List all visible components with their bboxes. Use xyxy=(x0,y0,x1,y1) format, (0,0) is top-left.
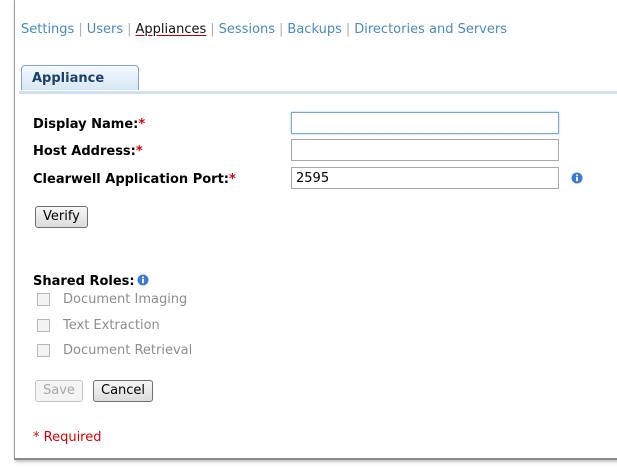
nav-sessions[interactable]: Sessions xyxy=(219,22,275,37)
tab-appliance[interactable]: Appliance xyxy=(21,65,139,90)
document-retrieval-checkbox[interactable] xyxy=(37,344,50,357)
required-mark: * xyxy=(138,117,146,132)
nav-separator: | xyxy=(345,22,351,37)
info-icon[interactable] xyxy=(571,172,583,184)
required-mark: * xyxy=(135,144,143,159)
appliance-settings-window: Settings | Users | Appliances | Sessions | Backu… xyxy=(14,0,617,460)
save-button[interactable]: Save xyxy=(35,380,83,402)
document-retrieval-label: Document Retrieval xyxy=(63,343,193,358)
shared-roles-label: Shared Roles: xyxy=(33,274,135,289)
nav-separator: | xyxy=(127,22,132,37)
text-extraction-checkbox[interactable] xyxy=(37,319,50,332)
document-imaging-checkbox[interactable] xyxy=(37,293,50,306)
tab-strip: Appliance xyxy=(19,65,617,92)
required-mark: * xyxy=(229,172,236,187)
verify-button[interactable]: Verify xyxy=(35,206,88,228)
nav-appliances[interactable]: Appliances xyxy=(136,22,207,37)
nav-separator: | xyxy=(279,22,284,37)
info-icon[interactable] xyxy=(137,274,149,286)
nav-separator: | xyxy=(78,22,83,37)
cancel-button[interactable]: Cancel xyxy=(93,380,154,402)
nav-directories-and-servers[interactable]: Directories and Servers xyxy=(354,22,507,37)
display-name-label: Display Name:* xyxy=(33,117,146,132)
nav-settings[interactable]: Settings xyxy=(21,22,74,37)
nav-backups[interactable]: Backups xyxy=(287,22,341,37)
tab-panel-border xyxy=(19,91,617,94)
host-address-field[interactable] xyxy=(291,139,559,161)
nav-users[interactable]: Users xyxy=(87,22,123,37)
display-name-field[interactable] xyxy=(291,112,559,134)
text-extraction-label: Text Extraction xyxy=(63,318,160,333)
document-imaging-label: Document Imaging xyxy=(63,292,188,307)
nav-separator: | xyxy=(210,22,215,37)
admin-nav: Settings | Users | Appliances | Sessions | Backu… xyxy=(21,22,507,37)
host-address-label: Host Address:* xyxy=(33,144,143,159)
port-field[interactable] xyxy=(291,167,559,189)
required-note: * Required xyxy=(33,430,102,445)
port-label: Clearwell Application Port:* xyxy=(33,172,236,187)
